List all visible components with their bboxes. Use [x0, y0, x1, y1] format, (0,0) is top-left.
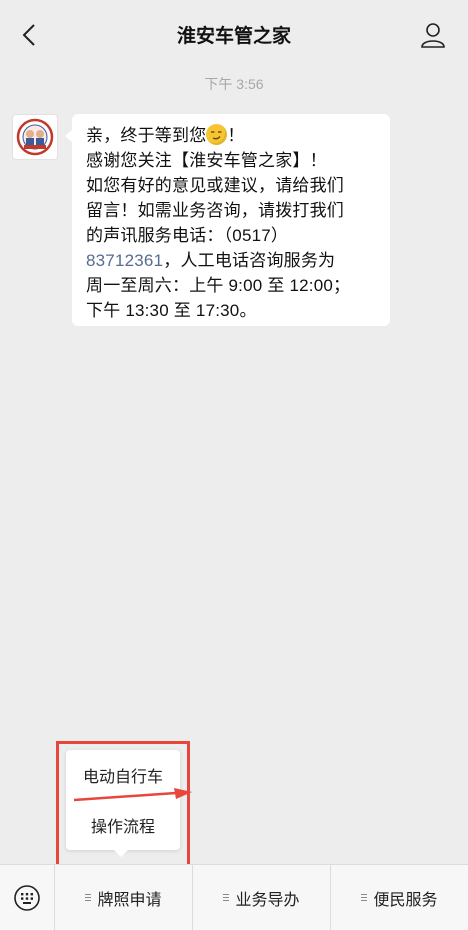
message-line: 如您有好的意见或建议，请给我们	[86, 176, 344, 195]
sender-avatar[interactable]	[12, 114, 58, 160]
submenu-item-process[interactable]: 操作流程	[66, 800, 180, 850]
chat-title: 淮安车管之家	[176, 25, 291, 47]
message-bubble[interactable]: 亲，终于等到您 ！ 感谢您关注【淮安车管之家】！ 如您有好的意见或建议，请给我们…	[65, 114, 390, 326]
message-line: 下午 13:30 至 17:30。	[86, 301, 257, 320]
phone-link[interactable]: 83712361	[86, 251, 163, 270]
logo-icon	[16, 118, 54, 156]
message-text: ！	[227, 126, 245, 145]
submenu-item-ebike[interactable]: 电动自行车	[66, 750, 180, 800]
message-line: 83712361，人工电话咨询服务为	[86, 248, 378, 273]
message-line: 周一至周六：上午 9:00 至 12:00；	[86, 276, 351, 295]
smirk-emoji-icon	[206, 124, 228, 145]
menu-list-icon	[223, 892, 230, 903]
message-line: 留言！如需业务咨询，请拨打我们	[86, 201, 344, 220]
back-button[interactable]	[14, 18, 44, 52]
message-line: 感谢您关注【淮安车管之家】！	[86, 151, 327, 170]
menu-item-plate-application[interactable]: 牌照申请	[55, 864, 193, 930]
message-line: 亲，终于等到您 ！	[86, 123, 378, 148]
message-text: 亲，终于等到您	[86, 126, 207, 145]
message-line: 的声讯服务电话：（0517）	[86, 226, 289, 245]
keyboard-icon	[14, 884, 40, 911]
menu-item-label: 牌照申请	[97, 891, 162, 909]
keyboard-toggle-button[interactable]	[0, 864, 55, 930]
menu-item-business-guide[interactable]: 业务导办	[193, 864, 331, 930]
top-bar: 淮安车管之家	[0, 0, 468, 68]
profile-button[interactable]	[418, 20, 448, 50]
menu-item-public-services[interactable]: 便民服务	[331, 865, 468, 930]
person-icon	[421, 23, 445, 48]
chat-screen: 淮安车管之家 下午 3:56 亲，终于等到您 ！ 感谢您关注【淮安车管之家】！ …	[0, 0, 468, 930]
menu-bar: 牌照申请 业务导办 便民服务	[0, 864, 468, 930]
message-timestamp: 下午 3:56	[204, 76, 264, 92]
message-text: ，人工电话咨询服务为	[163, 251, 336, 270]
menu-list-icon	[361, 892, 368, 903]
menu-list-icon	[85, 892, 92, 903]
menu-item-label: 便民服务	[373, 891, 438, 909]
chevron-left-icon	[22, 24, 35, 46]
submenu-popup: 电动自行车 操作流程	[66, 750, 180, 857]
menu-item-label: 业务导办	[235, 891, 300, 909]
